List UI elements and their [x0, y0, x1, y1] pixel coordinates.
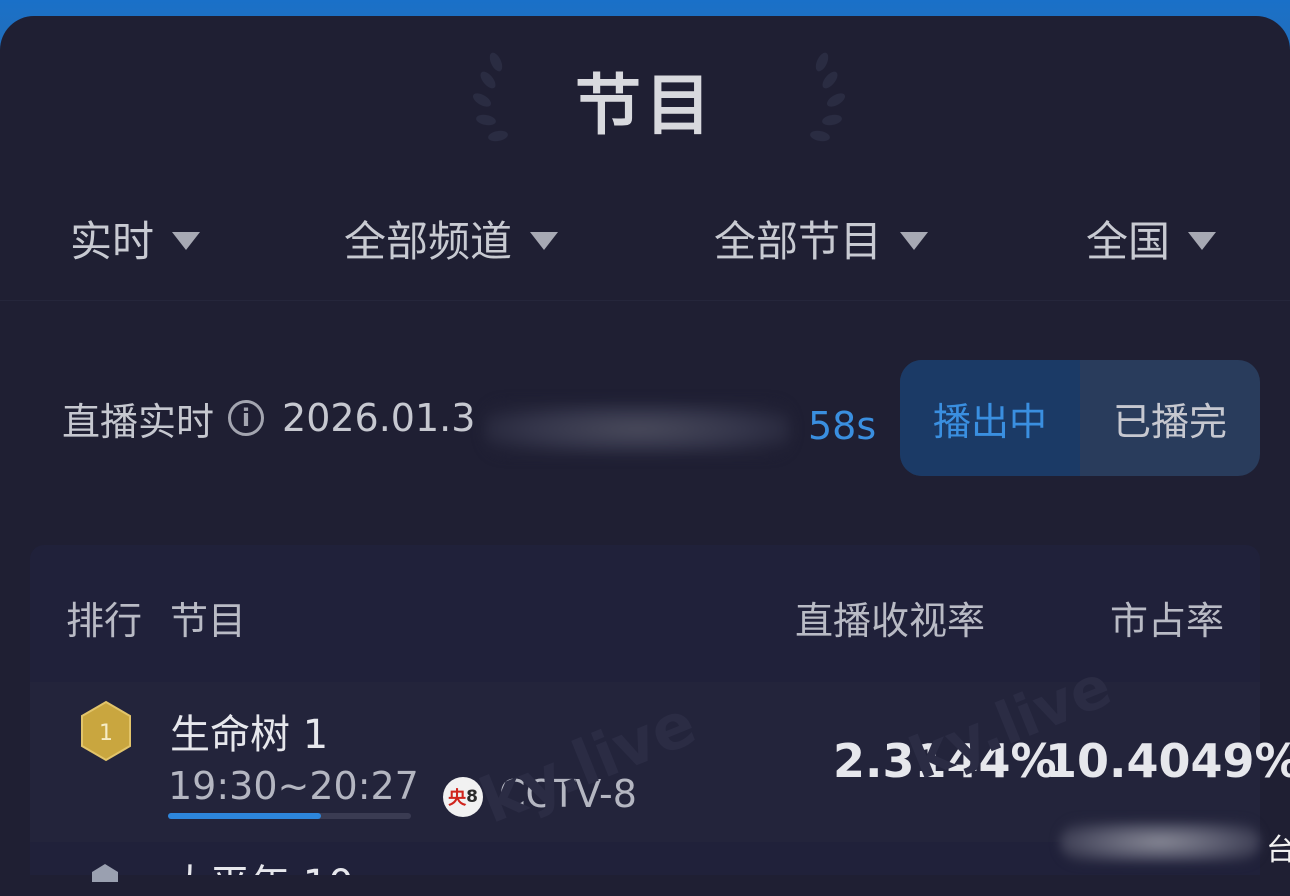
- filter-realtime-dropdown[interactable]: 实时: [70, 208, 201, 269]
- info-icon[interactable]: i: [228, 400, 265, 436]
- filter-divider: [0, 300, 1290, 301]
- page-title: 节目: [575, 67, 715, 144]
- broadcast-status-toggle: 播出中 已播完: [900, 360, 1260, 476]
- filter-channels-dropdown[interactable]: 全部频道: [344, 208, 559, 269]
- caret-down-icon: [172, 231, 201, 250]
- program-name[interactable]: 生命树 1: [170, 702, 328, 760]
- filter-realtime-label: 实时: [70, 217, 155, 266]
- rank-silver-medal-icon: [92, 864, 118, 882]
- filter-region-label: 全国: [1086, 217, 1171, 266]
- column-header-rating[interactable]: 直播收视率: [795, 590, 985, 645]
- program-name-next[interactable]: 太平年 10: [170, 852, 354, 875]
- filter-programs-dropdown[interactable]: 全部节目: [714, 208, 929, 269]
- redacted-username: [1060, 822, 1260, 862]
- rank-number: 1: [99, 721, 113, 746]
- channel-badge-num: 8: [466, 787, 478, 807]
- live-date: 2026.01.3: [282, 396, 476, 440]
- caret-down-icon: [900, 231, 929, 250]
- edge-glyph: 台: [1266, 833, 1290, 868]
- filter-channels-label: 全部频道: [344, 217, 513, 266]
- column-header-program: 节目: [170, 599, 247, 643]
- live-label: 直播实时: [62, 399, 215, 444]
- column-header-rank: 排行: [66, 599, 143, 643]
- rank-gold-medal-icon: 1: [81, 700, 131, 762]
- channel-name: CCTV-8: [499, 772, 637, 816]
- tab-on-air[interactable]: 播出中: [900, 360, 1080, 476]
- caret-down-icon: [530, 231, 559, 250]
- tab-ended[interactable]: 已播完: [1080, 360, 1260, 476]
- live-rating-value: 2.3144%: [833, 734, 1057, 788]
- channel-badge-char: 央: [448, 788, 467, 809]
- cctv-channel-logo-icon: 央8: [443, 777, 483, 817]
- redacted-timestamp: [485, 404, 790, 454]
- program-progress-fill: [168, 813, 322, 819]
- live-status-row: 直播实时 i 2026.01.3: [62, 388, 475, 448]
- filter-programs-label: 全部节目: [714, 217, 883, 266]
- column-header-share[interactable]: 市占率: [1110, 590, 1224, 645]
- market-share-value: 10.4049%: [1045, 734, 1290, 788]
- caret-down-icon: [1188, 231, 1217, 250]
- program-progress-bar: [168, 813, 411, 819]
- filter-region-dropdown[interactable]: 全国: [1086, 208, 1217, 269]
- refresh-countdown: 58s: [808, 404, 877, 448]
- program-time: 19:30~20:27: [168, 764, 419, 808]
